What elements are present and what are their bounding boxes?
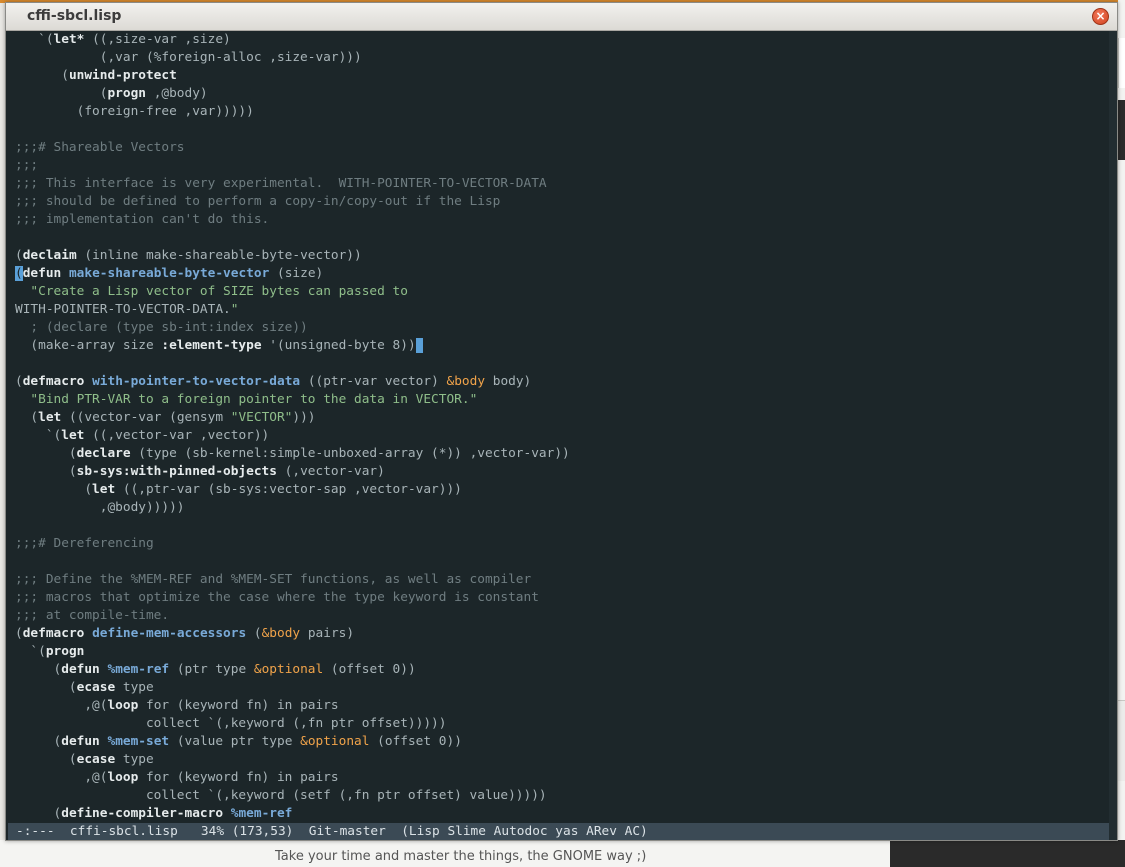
- code-line: ;;; should be defined to perform a copy-…: [15, 194, 501, 209]
- cursor-block: (: [15, 266, 23, 281]
- code-line: "Create a Lisp vector of SIZE bytes can …: [30, 284, 408, 299]
- code-line: (defmacro with-pointer-to-vector-data ((…: [15, 374, 532, 389]
- background-window-segment: [1118, 38, 1125, 88]
- code-line: ,@(loop for (keyword fn) in pairs: [15, 770, 339, 785]
- region-cursor: [415, 338, 424, 353]
- code-line: (defun %mem-set (value ptr type &optiona…: [15, 734, 462, 749]
- code-line: (make-array size :element-type '(unsigne…: [15, 337, 424, 355]
- window-titlebar[interactable]: cffi-sbcl.lisp ×: [6, 3, 1117, 31]
- code-line: (sb-sys:with-pinned-objects (,vector-var…: [15, 464, 385, 479]
- code-line: (unwind-protect: [15, 68, 177, 83]
- mode-line: -:--- cffi-sbcl.lisp 34% (173,53) Git-ma…: [8, 823, 1109, 840]
- code-line: ;;; This interface is very experimental.…: [15, 176, 547, 191]
- code-line: (progn ,@body): [15, 86, 208, 101]
- code-line: ;;; macros that optimize the case where …: [15, 590, 539, 605]
- desktop-dark-panel: [890, 840, 1125, 867]
- desktop-bottom-area: Take your time and master the things, th…: [0, 840, 1125, 867]
- emacs-window[interactable]: cffi-sbcl.lisp × `(let* ((,size-var ,siz…: [5, 2, 1118, 841]
- close-button[interactable]: ×: [1092, 8, 1109, 25]
- code-line: `(progn: [15, 644, 85, 659]
- code-line: (,var (%foreign-alloc ,size-var))): [15, 50, 362, 65]
- code-line: (defmacro define-mem-accessors (&body pa…: [15, 626, 355, 641]
- close-icon: ×: [1095, 9, 1106, 23]
- code-line: ,@body))))): [15, 500, 185, 515]
- code-line: `(let ((,vector-var ,vector)): [15, 428, 270, 443]
- code-line: "Bind PTR-VAR to a foreign pointer to th…: [30, 392, 478, 407]
- code-line: `(let* ((,size-var ,size): [15, 32, 231, 47]
- code-line: ;;;# Shareable Vectors: [15, 140, 185, 155]
- code-line: (ecase type: [15, 752, 154, 767]
- code-line: (foreign-free ,var))))): [15, 104, 254, 119]
- code-line: ;;;: [15, 158, 39, 173]
- background-window-segment: [1118, 700, 1125, 781]
- code-line: WITH-POINTER-TO-VECTOR-DATA.": [15, 302, 239, 317]
- desktop-message: Take your time and master the things, th…: [275, 849, 647, 864]
- code-line: ;;;# Dereferencing: [15, 536, 154, 551]
- code-line: collect `(,keyword (setf (,fn ptr offset…: [15, 788, 547, 803]
- code-editor[interactable]: `(let* ((,size-var ,size) (,var (%foreig…: [8, 31, 1109, 823]
- code-line: ;;; Define the %MEM-REF and %MEM-SET fun…: [15, 572, 532, 587]
- code-line: (declaim (inline make-shareable-byte-vec…: [15, 248, 362, 263]
- code-line: (let ((vector-var (gensym "VECTOR"))): [15, 410, 316, 425]
- code-line: (defun %mem-ref (ptr type &optional (off…: [15, 662, 416, 677]
- background-window-segment: [1118, 100, 1125, 160]
- window-title: cffi-sbcl.lisp: [27, 8, 122, 24]
- code-line: (let ((,ptr-var (sb-sys:vector-sap ,vect…: [15, 482, 462, 497]
- code-line: (declare (type (sb-kernel:simple-unboxed…: [15, 446, 570, 461]
- code-line: ;;; at compile-time.: [15, 608, 170, 623]
- code-line: ;;; implementation can't do this.: [15, 212, 270, 227]
- code-line: ; (declare (type sb-int:index size)): [15, 320, 308, 335]
- code-line: (define-compiler-macro %mem-ref: [15, 806, 293, 821]
- vertical-scrollbar[interactable]: [1109, 31, 1117, 840]
- code-line: (defun make-shareable-byte-vector (size): [15, 266, 324, 281]
- code-line: (ecase type: [15, 680, 154, 695]
- code-line: ,@(loop for (keyword fn) in pairs: [15, 698, 339, 713]
- desktop-background-window-edge: [1118, 0, 1125, 867]
- code-line: collect `(,keyword (,fn ptr offset))))): [15, 716, 447, 731]
